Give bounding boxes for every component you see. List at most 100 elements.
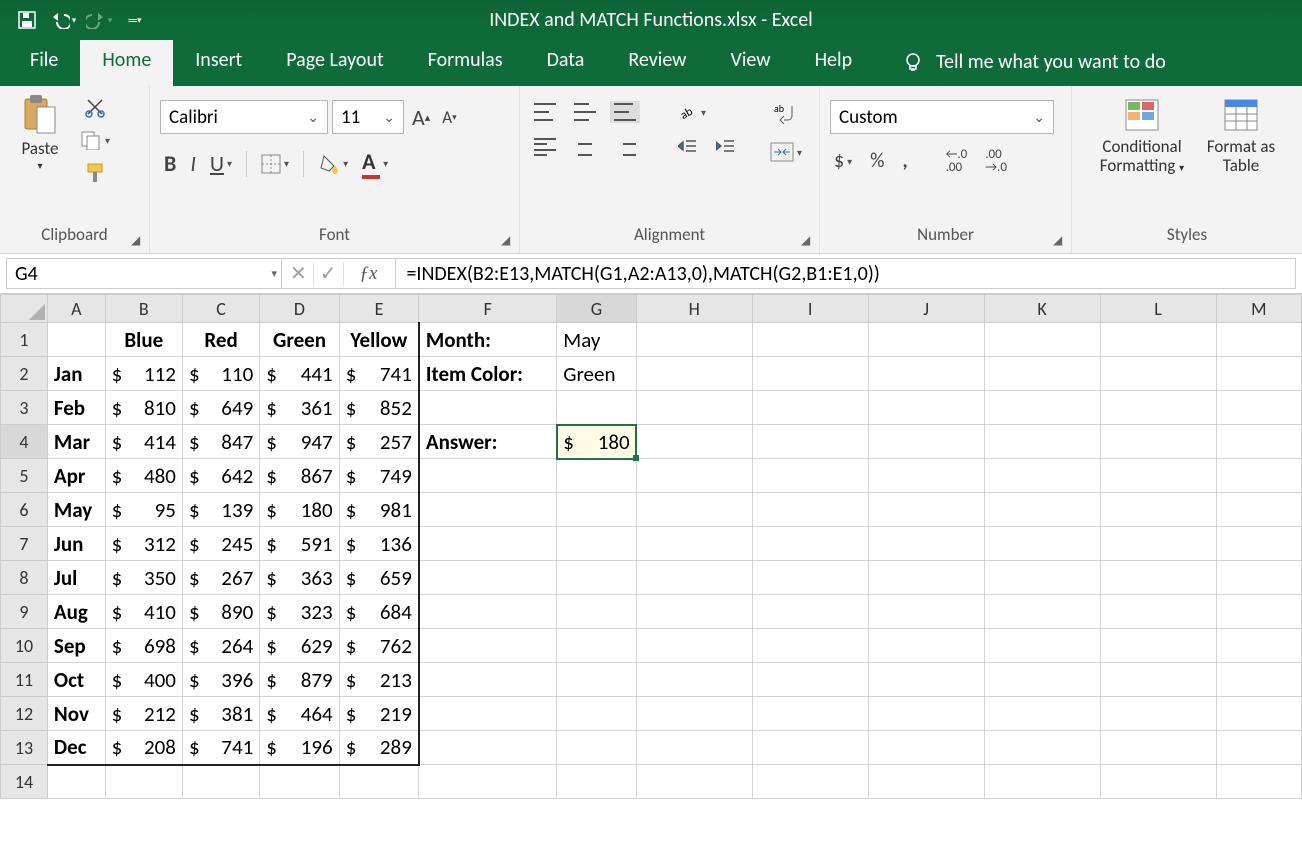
cell-C5[interactable]: $642 [182,459,259,493]
cell-B13[interactable]: $208 [105,731,182,765]
cell-C8[interactable]: $267 [182,561,259,595]
name-box[interactable]: G4▾ [6,258,282,289]
col-header-A[interactable]: A [47,295,105,323]
italic-button[interactable]: I [186,148,200,179]
tab-data[interactable]: Data [525,36,607,86]
cell-J10[interactable] [868,629,984,663]
clipboard-launcher[interactable]: ◢ [131,233,147,249]
underline-button[interactable]: U [206,148,236,179]
cell-F8[interactable] [419,561,557,595]
cell-M6[interactable] [1216,493,1301,527]
cell-E12[interactable]: $219 [339,697,419,731]
cell-E3[interactable]: $852 [339,391,419,425]
cell-M14[interactable] [1216,765,1301,799]
font-launcher[interactable]: ◢ [501,233,517,249]
cell-A10[interactable]: Sep [47,629,105,663]
cell-J13[interactable] [868,731,984,765]
font-color-button[interactable]: A [358,146,392,181]
cell-K6[interactable] [984,493,1100,527]
bold-button[interactable]: B [160,148,180,179]
tab-insert[interactable]: Insert [173,36,264,86]
cell-F7[interactable] [419,527,557,561]
cell-K7[interactable] [984,527,1100,561]
cell-K10[interactable] [984,629,1100,663]
col-header-L[interactable]: L [1100,295,1216,323]
cell-L12[interactable] [1100,697,1216,731]
cell-I10[interactable] [752,629,868,663]
cell-F11[interactable] [419,663,557,697]
cell-A5[interactable]: Apr [47,459,105,493]
cell-J12[interactable] [868,697,984,731]
row-header-8[interactable]: 8 [1,561,48,595]
select-all-corner[interactable] [1,295,48,323]
cell-M8[interactable] [1216,561,1301,595]
cell-M12[interactable] [1216,697,1301,731]
cell-E14[interactable] [339,765,419,799]
cell-L6[interactable] [1100,493,1216,527]
cell-J14[interactable] [868,765,984,799]
cell-B7[interactable]: $312 [105,527,182,561]
cell-G6[interactable] [557,493,636,527]
cell-B3[interactable]: $810 [105,391,182,425]
cell-F10[interactable] [419,629,557,663]
cell-C6[interactable]: $139 [182,493,259,527]
cell-A3[interactable]: Feb [47,391,105,425]
tab-help[interactable]: Help [793,36,875,86]
cell-D13[interactable]: $196 [260,731,339,765]
accounting-format-button[interactable]: $ [830,147,856,175]
cell-I13[interactable] [752,731,868,765]
cell-F6[interactable] [419,493,557,527]
cell-C1[interactable]: Red [182,323,259,357]
cell-D12[interactable]: $464 [260,697,339,731]
cell-H13[interactable] [636,731,752,765]
cell-H4[interactable] [636,425,752,459]
save-button[interactable] [10,5,44,35]
cell-L8[interactable] [1100,561,1216,595]
cut-button[interactable] [76,96,114,120]
row-header-14[interactable]: 14 [1,765,48,799]
cell-E7[interactable]: $136 [339,527,419,561]
col-header-K[interactable]: K [984,295,1100,323]
cell-J5[interactable] [868,459,984,493]
cell-B12[interactable]: $212 [105,697,182,731]
cell-B6[interactable]: $95 [105,493,182,527]
cell-K9[interactable] [984,595,1100,629]
cell-I2[interactable] [752,357,868,391]
cell-M9[interactable] [1216,595,1301,629]
cell-E9[interactable]: $684 [339,595,419,629]
tab-view[interactable]: View [708,36,792,86]
cell-A7[interactable]: Jun [47,527,105,561]
cell-F9[interactable] [419,595,557,629]
cell-B2[interactable]: $112 [105,357,182,391]
conditional-formatting-button[interactable]: Conditional Formatting ▾ [1082,92,1202,175]
cell-F13[interactable] [419,731,557,765]
cell-E6[interactable]: $981 [339,493,419,527]
cell-A2[interactable]: Jan [47,357,105,391]
cell-E13[interactable]: $289 [339,731,419,765]
cell-K2[interactable] [984,357,1100,391]
cell-L5[interactable] [1100,459,1216,493]
row-header-7[interactable]: 7 [1,527,48,561]
cell-M10[interactable] [1216,629,1301,663]
number-launcher[interactable]: ◢ [1053,233,1069,249]
cell-G8[interactable] [557,561,636,595]
cell-L13[interactable] [1100,731,1216,765]
font-size-combo[interactable]: 11⌄ [332,100,404,134]
cell-D4[interactable]: $947 [260,425,339,459]
cell-J6[interactable] [868,493,984,527]
cell-G13[interactable] [557,731,636,765]
cell-G3[interactable] [557,391,636,425]
cell-L7[interactable] [1100,527,1216,561]
cell-L3[interactable] [1100,391,1216,425]
cell-K3[interactable] [984,391,1100,425]
cell-K11[interactable] [984,663,1100,697]
row-header-10[interactable]: 10 [1,629,48,663]
cell-A14[interactable] [47,765,105,799]
cell-D14[interactable] [260,765,339,799]
cell-G11[interactable] [557,663,636,697]
cell-C13[interactable]: $741 [182,731,259,765]
cell-K12[interactable] [984,697,1100,731]
col-header-B[interactable]: B [105,295,182,323]
formula-input[interactable]: =INDEX(B2:E13,MATCH(G1,A2:A13,0),MATCH(G… [396,258,1296,289]
tab-page-layout[interactable]: Page Layout [264,36,405,86]
